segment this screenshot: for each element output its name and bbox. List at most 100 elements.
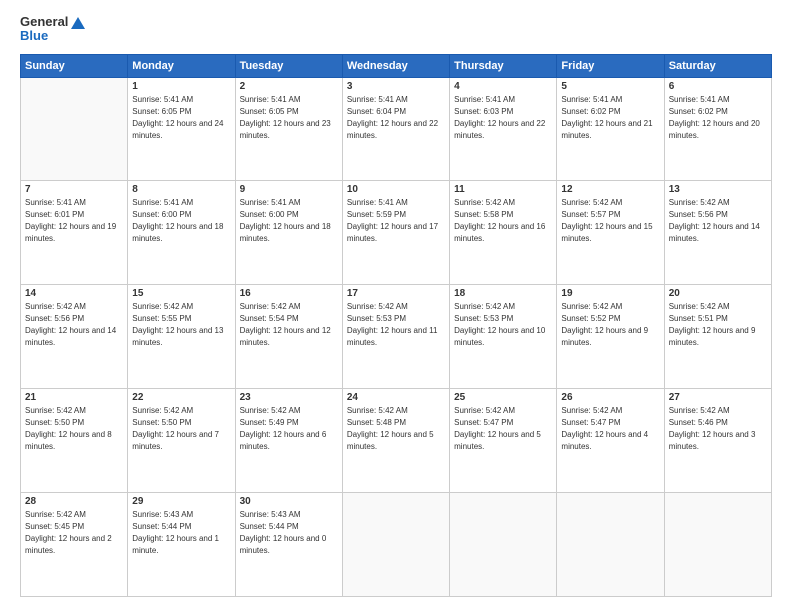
weekday-header-thursday: Thursday [450, 54, 557, 77]
day-cell: 5Sunrise: 5:41 AMSunset: 6:02 PMDaylight… [557, 77, 664, 181]
day-cell [450, 493, 557, 597]
day-number: 24 [347, 392, 445, 403]
day-number: 17 [347, 288, 445, 299]
day-info: Sunrise: 5:41 AMSunset: 6:00 PMDaylight:… [240, 197, 338, 245]
day-number: 28 [25, 496, 123, 507]
day-number: 18 [454, 288, 552, 299]
weekday-header-saturday: Saturday [664, 54, 771, 77]
day-number: 15 [132, 288, 230, 299]
day-info: Sunrise: 5:42 AMSunset: 5:48 PMDaylight:… [347, 405, 445, 453]
day-info: Sunrise: 5:42 AMSunset: 5:56 PMDaylight:… [669, 197, 767, 245]
day-info: Sunrise: 5:42 AMSunset: 5:46 PMDaylight:… [669, 405, 767, 453]
day-info: Sunrise: 5:41 AMSunset: 6:05 PMDaylight:… [240, 94, 338, 142]
day-info: Sunrise: 5:42 AMSunset: 5:53 PMDaylight:… [347, 301, 445, 349]
day-cell: 6 Sunrise: 5:41 AMSunset: 6:02 PMDaylight… [664, 77, 771, 181]
day-info: Sunrise: 5:41 AMSunset: 6:00 PMDaylight:… [132, 197, 230, 245]
week-row-2: 7Sunrise: 5:41 AMSunset: 6:01 PMDaylight… [21, 181, 772, 285]
day-number: 10 [347, 184, 445, 195]
day-number: 8 [132, 184, 230, 195]
day-cell: 23 Sunrise: 5:42 AMSunset: 5:49 PMDayligh… [235, 389, 342, 493]
day-number: 22 [132, 392, 230, 403]
day-cell: 1Sunrise: 5:41 AMSunset: 6:05 PMDaylight… [128, 77, 235, 181]
weekday-header-row: SundayMondayTuesdayWednesdayThursdayFrid… [21, 54, 772, 77]
day-number: 21 [25, 392, 123, 403]
day-info: Sunrise: 5:41 AMSunset: 6:05 PMDaylight:… [132, 94, 230, 142]
day-cell: 3 Sunrise: 5:41 AMSunset: 6:04 PMDaylight… [342, 77, 449, 181]
week-row-5: 28Sunrise: 5:42 AMSunset: 5:45 PMDayligh… [21, 493, 772, 597]
day-info: Sunrise: 5:42 AMSunset: 5:54 PMDaylight:… [240, 301, 338, 349]
day-cell: 18Sunrise: 5:42 AMSunset: 5:53 PMDayligh… [450, 285, 557, 389]
day-cell: 16 Sunrise: 5:42 AMSunset: 5:54 PMDayligh… [235, 285, 342, 389]
day-info: Sunrise: 5:42 AMSunset: 5:52 PMDaylight:… [561, 301, 659, 349]
day-cell: 4 Sunrise: 5:41 AMSunset: 6:03 PMDaylight… [450, 77, 557, 181]
day-cell: 28Sunrise: 5:42 AMSunset: 5:45 PMDayligh… [21, 493, 128, 597]
day-cell: 7Sunrise: 5:41 AMSunset: 6:01 PMDaylight… [21, 181, 128, 285]
logo: General Blue [20, 15, 85, 44]
week-row-1: 1Sunrise: 5:41 AMSunset: 6:05 PMDaylight… [21, 77, 772, 181]
day-number: 3 [347, 81, 445, 92]
day-info: Sunrise: 5:42 AMSunset: 5:51 PMDaylight:… [669, 301, 767, 349]
day-info: Sunrise: 5:41 AMSunset: 6:02 PMDaylight:… [669, 94, 767, 142]
day-info: Sunrise: 5:43 AMSunset: 5:44 PMDaylight:… [132, 509, 230, 557]
logo-general: General [20, 15, 85, 29]
day-cell: 11Sunrise: 5:42 AMSunset: 5:58 PMDayligh… [450, 181, 557, 285]
day-info: Sunrise: 5:42 AMSunset: 5:58 PMDaylight:… [454, 197, 552, 245]
day-cell: 12 Sunrise: 5:42 AMSunset: 5:57 PMDayligh… [557, 181, 664, 285]
day-info: Sunrise: 5:42 AMSunset: 5:56 PMDaylight:… [25, 301, 123, 349]
day-number: 4 [454, 81, 552, 92]
day-cell: 21 Sunrise: 5:42 AMSunset: 5:50 PMDayligh… [21, 389, 128, 493]
day-cell [557, 493, 664, 597]
day-number: 16 [240, 288, 338, 299]
logo-blue: Blue [20, 29, 48, 43]
day-info: Sunrise: 5:42 AMSunset: 5:50 PMDaylight:… [25, 405, 123, 453]
day-info: Sunrise: 5:42 AMSunset: 5:55 PMDaylight:… [132, 301, 230, 349]
calendar-table: SundayMondayTuesdayWednesdayThursdayFrid… [20, 54, 772, 597]
day-info: Sunrise: 5:41 AMSunset: 5:59 PMDaylight:… [347, 197, 445, 245]
day-cell: 15 Sunrise: 5:42 AMSunset: 5:55 PMDayligh… [128, 285, 235, 389]
day-number: 2 [240, 81, 338, 92]
day-info: Sunrise: 5:41 AMSunset: 6:02 PMDaylight:… [561, 94, 659, 142]
day-cell: 2 Sunrise: 5:41 AMSunset: 6:05 PMDaylight… [235, 77, 342, 181]
day-info: Sunrise: 5:42 AMSunset: 5:50 PMDaylight:… [132, 405, 230, 453]
day-number: 9 [240, 184, 338, 195]
day-info: Sunrise: 5:42 AMSunset: 5:57 PMDaylight:… [561, 197, 659, 245]
day-cell: 30 Sunrise: 5:43 AMSunset: 5:44 PMDayligh… [235, 493, 342, 597]
week-row-4: 21 Sunrise: 5:42 AMSunset: 5:50 PMDayligh… [21, 389, 772, 493]
day-cell: 14 Sunrise: 5:42 AMSunset: 5:56 PMDayligh… [21, 285, 128, 389]
day-number: 19 [561, 288, 659, 299]
weekday-header-friday: Friday [557, 54, 664, 77]
day-cell: 19 Sunrise: 5:42 AMSunset: 5:52 PMDayligh… [557, 285, 664, 389]
day-info: Sunrise: 5:42 AMSunset: 5:47 PMDaylight:… [454, 405, 552, 453]
day-number: 26 [561, 392, 659, 403]
day-cell: 9 Sunrise: 5:41 AMSunset: 6:00 PMDaylight… [235, 181, 342, 285]
day-cell [342, 493, 449, 597]
day-cell: 13 Sunrise: 5:42 AMSunset: 5:56 PMDayligh… [664, 181, 771, 285]
day-cell [664, 493, 771, 597]
weekday-header-sunday: Sunday [21, 54, 128, 77]
day-number: 12 [561, 184, 659, 195]
day-cell: 20Sunrise: 5:42 AMSunset: 5:51 PMDayligh… [664, 285, 771, 389]
day-info: Sunrise: 5:43 AMSunset: 5:44 PMDaylight:… [240, 509, 338, 557]
header: General Blue [20, 15, 772, 44]
day-number: 14 [25, 288, 123, 299]
day-number: 13 [669, 184, 767, 195]
day-cell: 25 Sunrise: 5:42 AMSunset: 5:47 PMDayligh… [450, 389, 557, 493]
day-info: Sunrise: 5:42 AMSunset: 5:47 PMDaylight:… [561, 405, 659, 453]
day-info: Sunrise: 5:41 AMSunset: 6:03 PMDaylight:… [454, 94, 552, 142]
day-cell [21, 77, 128, 181]
day-number: 6 [669, 81, 767, 92]
day-number: 23 [240, 392, 338, 403]
day-number: 25 [454, 392, 552, 403]
day-number: 29 [132, 496, 230, 507]
day-number: 30 [240, 496, 338, 507]
day-info: Sunrise: 5:42 AMSunset: 5:49 PMDaylight:… [240, 405, 338, 453]
week-row-3: 14 Sunrise: 5:42 AMSunset: 5:56 PMDayligh… [21, 285, 772, 389]
weekday-header-wednesday: Wednesday [342, 54, 449, 77]
day-number: 7 [25, 184, 123, 195]
page: General Blue SundayMondayTuesdayWednesda… [0, 0, 792, 612]
day-cell: 24 Sunrise: 5:42 AMSunset: 5:48 PMDayligh… [342, 389, 449, 493]
day-cell: 29 Sunrise: 5:43 AMSunset: 5:44 PMDayligh… [128, 493, 235, 597]
day-info: Sunrise: 5:41 AMSunset: 6:04 PMDaylight:… [347, 94, 445, 142]
day-cell: 8 Sunrise: 5:41 AMSunset: 6:00 PMDaylight… [128, 181, 235, 285]
day-cell: 17 Sunrise: 5:42 AMSunset: 5:53 PMDayligh… [342, 285, 449, 389]
